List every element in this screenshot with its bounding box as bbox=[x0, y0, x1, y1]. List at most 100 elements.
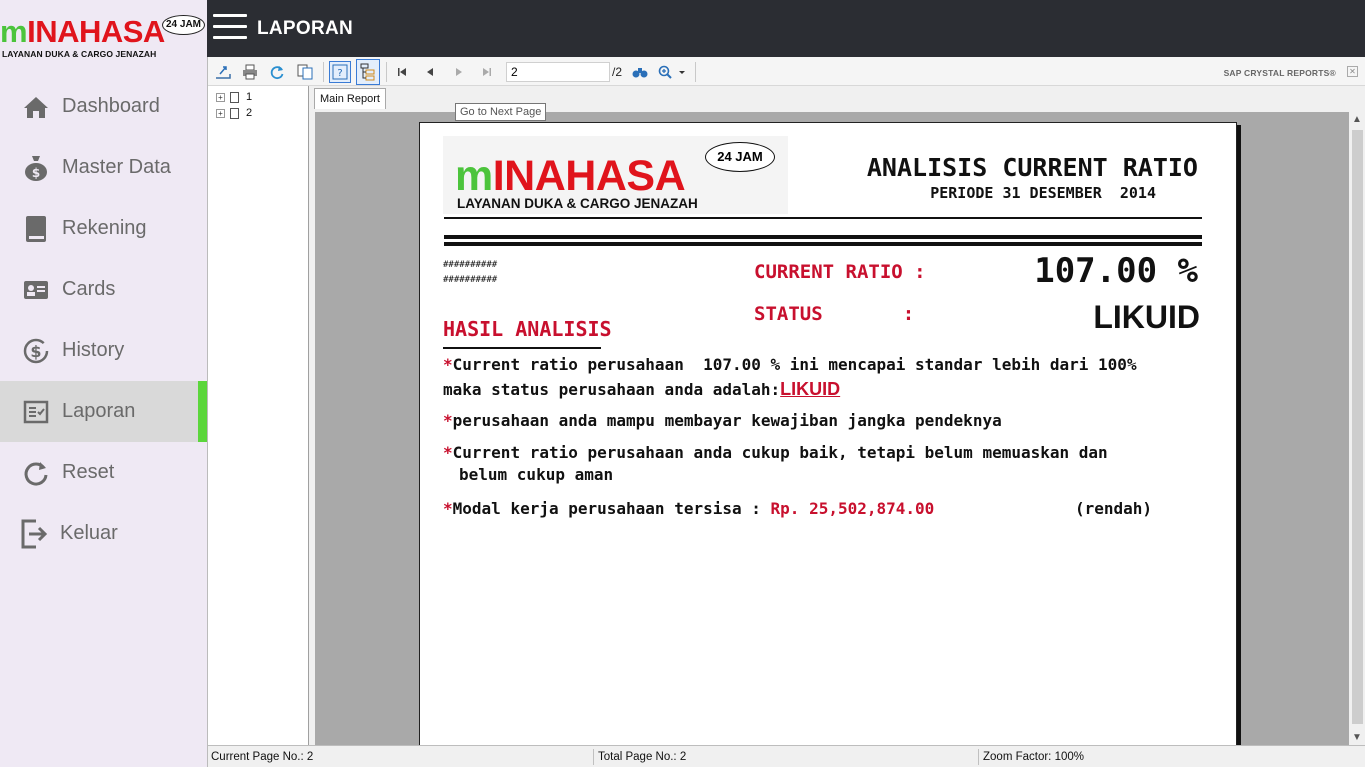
sidebar-item-label: Keluar bbox=[60, 522, 118, 544]
home-icon bbox=[22, 93, 50, 121]
sidebar-item-master-data[interactable]: $ Master Data bbox=[0, 137, 207, 198]
hash-placeholder: ########## bbox=[443, 275, 498, 285]
report-icon bbox=[22, 398, 50, 426]
sidebar-item-laporan[interactable]: Laporan bbox=[0, 381, 207, 442]
last-page-icon[interactable] bbox=[476, 61, 498, 83]
report-page: mINAHASA 24 JAM LAYANAN DUKA & CARGO JEN… bbox=[419, 122, 1237, 745]
heading-underline bbox=[443, 347, 601, 349]
group-tree: +1 +2 bbox=[208, 86, 309, 745]
status-bar: Current Page No.: 2 Total Page No.: 2 Zo… bbox=[208, 745, 1365, 767]
scroll-up-icon[interactable]: ▲ bbox=[1352, 114, 1362, 125]
id-card-icon bbox=[22, 276, 50, 304]
tree-node[interactable]: +1 bbox=[208, 89, 308, 105]
help-icon[interactable]: ? bbox=[329, 61, 351, 83]
analysis-point-1: *Current ratio perusahaan 107.00 % ini m… bbox=[443, 355, 1137, 374]
copy-icon[interactable] bbox=[294, 61, 316, 83]
sidebar-item-dashboard[interactable]: Dashboard bbox=[0, 76, 207, 137]
sidebar-item-reset[interactable]: Reset bbox=[0, 442, 207, 503]
bullet-icon: * bbox=[443, 355, 453, 374]
modal-amount: Rp. 25,502,874.00 bbox=[770, 499, 935, 518]
divider bbox=[444, 242, 1202, 246]
page-title: LAPORAN bbox=[257, 18, 354, 39]
sidebar-item-keluar[interactable]: Keluar bbox=[0, 503, 207, 564]
analysis-point-2: *perusahaan anda mampu membayar kewajiba… bbox=[443, 411, 1002, 430]
close-icon[interactable]: ✕ bbox=[1347, 66, 1358, 77]
page-number-input[interactable] bbox=[506, 62, 610, 82]
tooltip: Go to Next Page bbox=[455, 103, 547, 121]
sidebar-item-label: Dashboard bbox=[62, 95, 160, 117]
current-page-status: Current Page No.: 2 bbox=[211, 751, 314, 763]
app-window: mINAHASA 24 JAM LAYANAN DUKA & CARGO JEN… bbox=[0, 0, 1365, 767]
bullet-icon: * bbox=[443, 411, 453, 430]
previous-page-icon[interactable] bbox=[419, 61, 441, 83]
dollar-history-icon: $ bbox=[22, 337, 50, 365]
refresh-report-icon[interactable] bbox=[266, 61, 288, 83]
sidebar: mINAHASA 24 JAM LAYANAN DUKA & CARGO JEN… bbox=[0, 0, 207, 767]
sidebar-item-label: Master Data bbox=[62, 156, 171, 178]
sidebar-item-label: Rekening bbox=[62, 217, 147, 239]
logo-tagline: LAYANAN DUKA & CARGO JENAZAH bbox=[2, 49, 157, 59]
logo-wordmark: mINAHASA bbox=[0, 14, 165, 49]
document-icon bbox=[230, 91, 239, 103]
top-bar: LAPORAN bbox=[207, 0, 1365, 57]
report-period: PERIODE 31 DESEMBER 2014 bbox=[930, 184, 1156, 202]
divider bbox=[444, 217, 1202, 219]
expand-icon[interactable]: + bbox=[216, 108, 225, 118]
sidebar-nav: Dashboard $ Master Data Rekening Cards $… bbox=[0, 76, 207, 564]
report-title: ANALISIS CURRENT RATIO bbox=[866, 153, 1198, 182]
group-tree-icon[interactable] bbox=[356, 59, 380, 85]
refresh-icon bbox=[22, 459, 50, 487]
sidebar-item-label: Laporan bbox=[62, 400, 136, 422]
book-icon bbox=[22, 215, 50, 243]
expand-icon[interactable]: + bbox=[216, 92, 225, 102]
menu-icon[interactable] bbox=[213, 14, 247, 42]
page-total: /2 bbox=[612, 65, 623, 79]
analysis-point-3: *Current ratio perusahaan anda cukup bai… bbox=[443, 443, 1108, 462]
report-canvas: mINAHASA 24 JAM LAYANAN DUKA & CARGO JEN… bbox=[315, 112, 1349, 745]
hasil-analisis-heading: HASIL ANALISIS bbox=[443, 317, 612, 341]
next-page-icon[interactable] bbox=[448, 61, 470, 83]
binoculars-icon[interactable] bbox=[629, 61, 651, 83]
print-icon[interactable] bbox=[239, 61, 261, 83]
svg-text:$: $ bbox=[30, 342, 41, 361]
tab-main-report[interactable]: Main Report bbox=[314, 88, 386, 109]
status-label: STATUS : bbox=[754, 303, 915, 325]
bullet-icon: * bbox=[443, 443, 453, 462]
sidebar-item-cards[interactable]: Cards bbox=[0, 259, 207, 320]
sap-crystal-reports-label: SAP CRYSTAL REPORTS® bbox=[1223, 68, 1336, 78]
money-bag-icon: $ bbox=[22, 154, 50, 182]
divider bbox=[444, 235, 1202, 239]
sidebar-item-label: History bbox=[62, 339, 125, 361]
first-page-icon[interactable] bbox=[391, 61, 413, 83]
current-ratio-value: 107.00 % bbox=[1034, 251, 1198, 291]
zoom-status: Zoom Factor: 100% bbox=[983, 751, 1084, 763]
report-logo-wordmark: mINAHASA bbox=[455, 152, 686, 200]
analysis-point-4: *Modal kerja perusahaan tersisa : Rp. 25… bbox=[443, 499, 935, 518]
svg-text:?: ? bbox=[337, 68, 342, 79]
logout-icon bbox=[20, 519, 48, 548]
viewer-toolbar: ? /2 bbox=[208, 57, 1365, 86]
tree-node[interactable]: +2 bbox=[208, 105, 308, 121]
sidebar-item-history[interactable]: $ History bbox=[0, 320, 207, 381]
vertical-scrollbar[interactable]: ▲ ▼ bbox=[1349, 112, 1365, 745]
zoom-icon[interactable] bbox=[656, 61, 690, 83]
status-value: LIKUID bbox=[1093, 299, 1200, 335]
report-logo-tagline: LAYANAN DUKA & CARGO JENAZAH bbox=[457, 196, 698, 211]
sidebar-item-rekening[interactable]: Rekening bbox=[0, 198, 207, 259]
analysis-point-1-cont: maka status perusahaan anda adalah:LIKUI… bbox=[443, 379, 841, 399]
scroll-thumb[interactable] bbox=[1352, 130, 1363, 724]
analysis-point-3-cont: belum cukup aman bbox=[459, 465, 614, 484]
export-icon[interactable] bbox=[212, 61, 234, 83]
current-ratio-label: CURRENT RATIO : bbox=[754, 261, 926, 283]
total-page-status: Total Page No.: 2 bbox=[598, 751, 687, 763]
brand-logo: mINAHASA 24 JAM LAYANAN DUKA & CARGO JEN… bbox=[0, 0, 207, 72]
sidebar-item-label: Reset bbox=[62, 461, 115, 483]
status-link[interactable]: LIKUID bbox=[780, 379, 840, 399]
svg-text:$: $ bbox=[32, 166, 40, 180]
sidebar-item-label: Cards bbox=[62, 278, 116, 300]
scroll-down-icon[interactable]: ▼ bbox=[1352, 732, 1362, 743]
modal-note: (rendah) bbox=[1075, 499, 1153, 518]
logo-badge: 24 JAM bbox=[162, 15, 205, 35]
report-logo-badge: 24 JAM bbox=[705, 142, 775, 172]
document-icon bbox=[230, 107, 239, 119]
